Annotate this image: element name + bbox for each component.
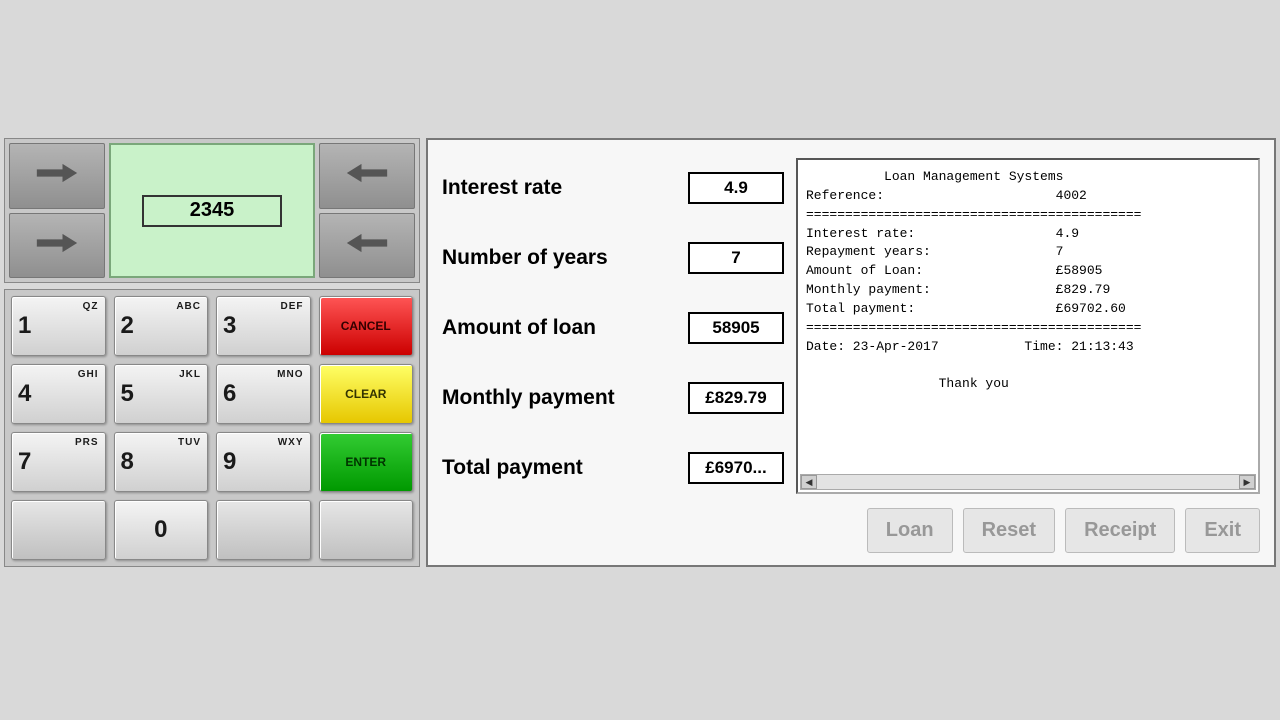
key-blank-action[interactable] xyxy=(319,500,414,560)
interest-rate-field[interactable]: 4.9 xyxy=(688,172,784,204)
horizontal-scrollbar[interactable]: ◀ ▶ xyxy=(800,474,1256,490)
key-blank-right[interactable] xyxy=(216,500,311,560)
years-field[interactable]: 7 xyxy=(688,242,784,274)
key-5[interactable]: 5JKL xyxy=(114,364,209,424)
total-field: £6970... xyxy=(688,452,784,484)
key-3[interactable]: 3DEF xyxy=(216,296,311,356)
main-panel: Interest rate 4.9 Number of years 7 Amou… xyxy=(426,138,1276,567)
arrow-right-icon xyxy=(34,232,80,259)
key-8[interactable]: 8TUV xyxy=(114,432,209,492)
key-4[interactable]: 4GHI xyxy=(11,364,106,424)
screen-display[interactable]: 2345 xyxy=(142,195,282,227)
monthly-label: Monthly payment xyxy=(442,386,615,410)
key-9[interactable]: 9WXY xyxy=(216,432,311,492)
total-label: Total payment xyxy=(442,456,583,480)
clear-button[interactable]: CLEAR xyxy=(319,364,414,424)
key-7[interactable]: 7PRS xyxy=(11,432,106,492)
exit-button[interactable]: Exit xyxy=(1185,508,1260,553)
key-1[interactable]: 1QZ xyxy=(11,296,106,356)
receipt-text: Loan Management Systems Reference: 4002 … xyxy=(806,168,1250,394)
reset-button[interactable]: Reset xyxy=(963,508,1055,553)
amount-field[interactable]: 58905 xyxy=(688,312,784,344)
years-label: Number of years xyxy=(442,246,608,270)
amount-label: Amount of loan xyxy=(442,316,596,340)
loan-form: Interest rate 4.9 Number of years 7 Amou… xyxy=(442,158,784,553)
key-6[interactable]: 6MNO xyxy=(216,364,311,424)
scroll-left-icon[interactable]: ◀ xyxy=(801,475,817,489)
arrow-right-btn-1[interactable] xyxy=(9,143,105,209)
key-blank-left[interactable] xyxy=(11,500,106,560)
arrow-left-btn-2[interactable] xyxy=(319,213,415,279)
receipt-button[interactable]: Receipt xyxy=(1065,508,1175,553)
keypad: 1QZ 2ABC 3DEF CANCEL 4GHI 5JKL 6MNO CLEA… xyxy=(4,289,420,567)
key-0[interactable]: 0 xyxy=(114,500,209,560)
arrow-left-icon xyxy=(344,162,390,189)
cancel-button[interactable]: CANCEL xyxy=(319,296,414,356)
arrow-left-icon xyxy=(344,232,390,259)
arrow-left-btn-1[interactable] xyxy=(319,143,415,209)
atm-top: 2345 xyxy=(4,138,420,283)
arrow-right-btn-2[interactable] xyxy=(9,213,105,279)
monthly-field: £829.79 xyxy=(688,382,784,414)
loan-button[interactable]: Loan xyxy=(867,508,953,553)
receipt-area: Loan Management Systems Reference: 4002 … xyxy=(796,158,1260,494)
enter-button[interactable]: ENTER xyxy=(319,432,414,492)
atm-screen: 2345 xyxy=(109,143,315,278)
interest-rate-label: Interest rate xyxy=(442,176,562,200)
atm-panel: 2345 1QZ 2ABC 3DEF CANCEL 4GHI xyxy=(4,138,420,567)
arrow-right-icon xyxy=(34,162,80,189)
scroll-right-icon[interactable]: ▶ xyxy=(1239,475,1255,489)
key-2[interactable]: 2ABC xyxy=(114,296,209,356)
